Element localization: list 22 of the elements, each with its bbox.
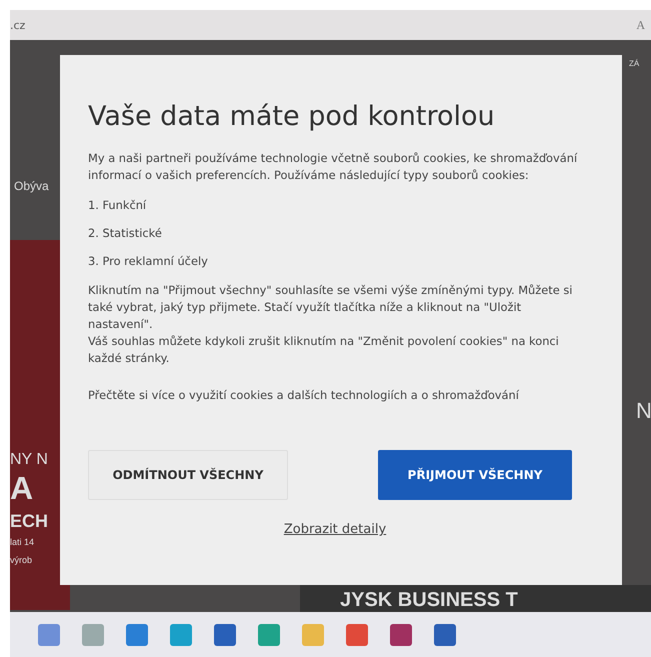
menu-text: ZÁ bbox=[629, 60, 640, 68]
banner-text: JYSK BUSINESS T bbox=[340, 590, 518, 610]
cookie-type-text: 3. Pro reklamní účely bbox=[88, 254, 209, 268]
banner-text: výrob bbox=[10, 556, 32, 565]
more-info-text: Přečtěte si více o využití cookies a dalších technologiích a o shromažďování bbox=[88, 387, 520, 404]
banner-text: N bbox=[636, 400, 651, 422]
banner-text: ECH bbox=[10, 512, 48, 530]
banner-text: A bbox=[10, 472, 34, 504]
reject-all-button[interactable]: ODMÍTNOUT VŠECHNY bbox=[88, 450, 288, 500]
accept-all-button[interactable]: PŘIJMOUT VŠECHNY bbox=[378, 450, 572, 500]
cookie-type-text: 2. Statistické bbox=[88, 226, 163, 240]
intro-text: My a naši partneři používáme technologie včetně souborů cookies, ke shromažďování informací o vašich preferencích. Používáme následující typy souborů cookies: bbox=[88, 150, 578, 184]
menu-text: Obýva bbox=[14, 180, 49, 192]
dialog-title: Vaše data máte pod kontrolou bbox=[88, 101, 496, 132]
details-link[interactable]: Zobrazit detaily bbox=[284, 522, 386, 537]
banner-text: lati 14 bbox=[10, 538, 34, 547]
address-text[interactable]: .cz bbox=[10, 18, 26, 32]
cookie-type-text: 1. Funkční bbox=[88, 198, 148, 212]
reader-button[interactable]: A bbox=[636, 18, 645, 32]
banner-text: NY N bbox=[10, 452, 48, 468]
revoke-text: Váš souhlas můžete kdykoli zrušit kliknutím na "Změnit povolení cookies" na konci každé stránky. bbox=[88, 333, 560, 367]
consent-text: Kliknutím na "Přijmout všechny" souhlasíte se všemi výše zmíněnými typy. Můžete si také vybrat, jaký typ přijmete. Stačí využít tlačítka níže a kliknout na "Uložit nastavení". bbox=[88, 282, 574, 333]
